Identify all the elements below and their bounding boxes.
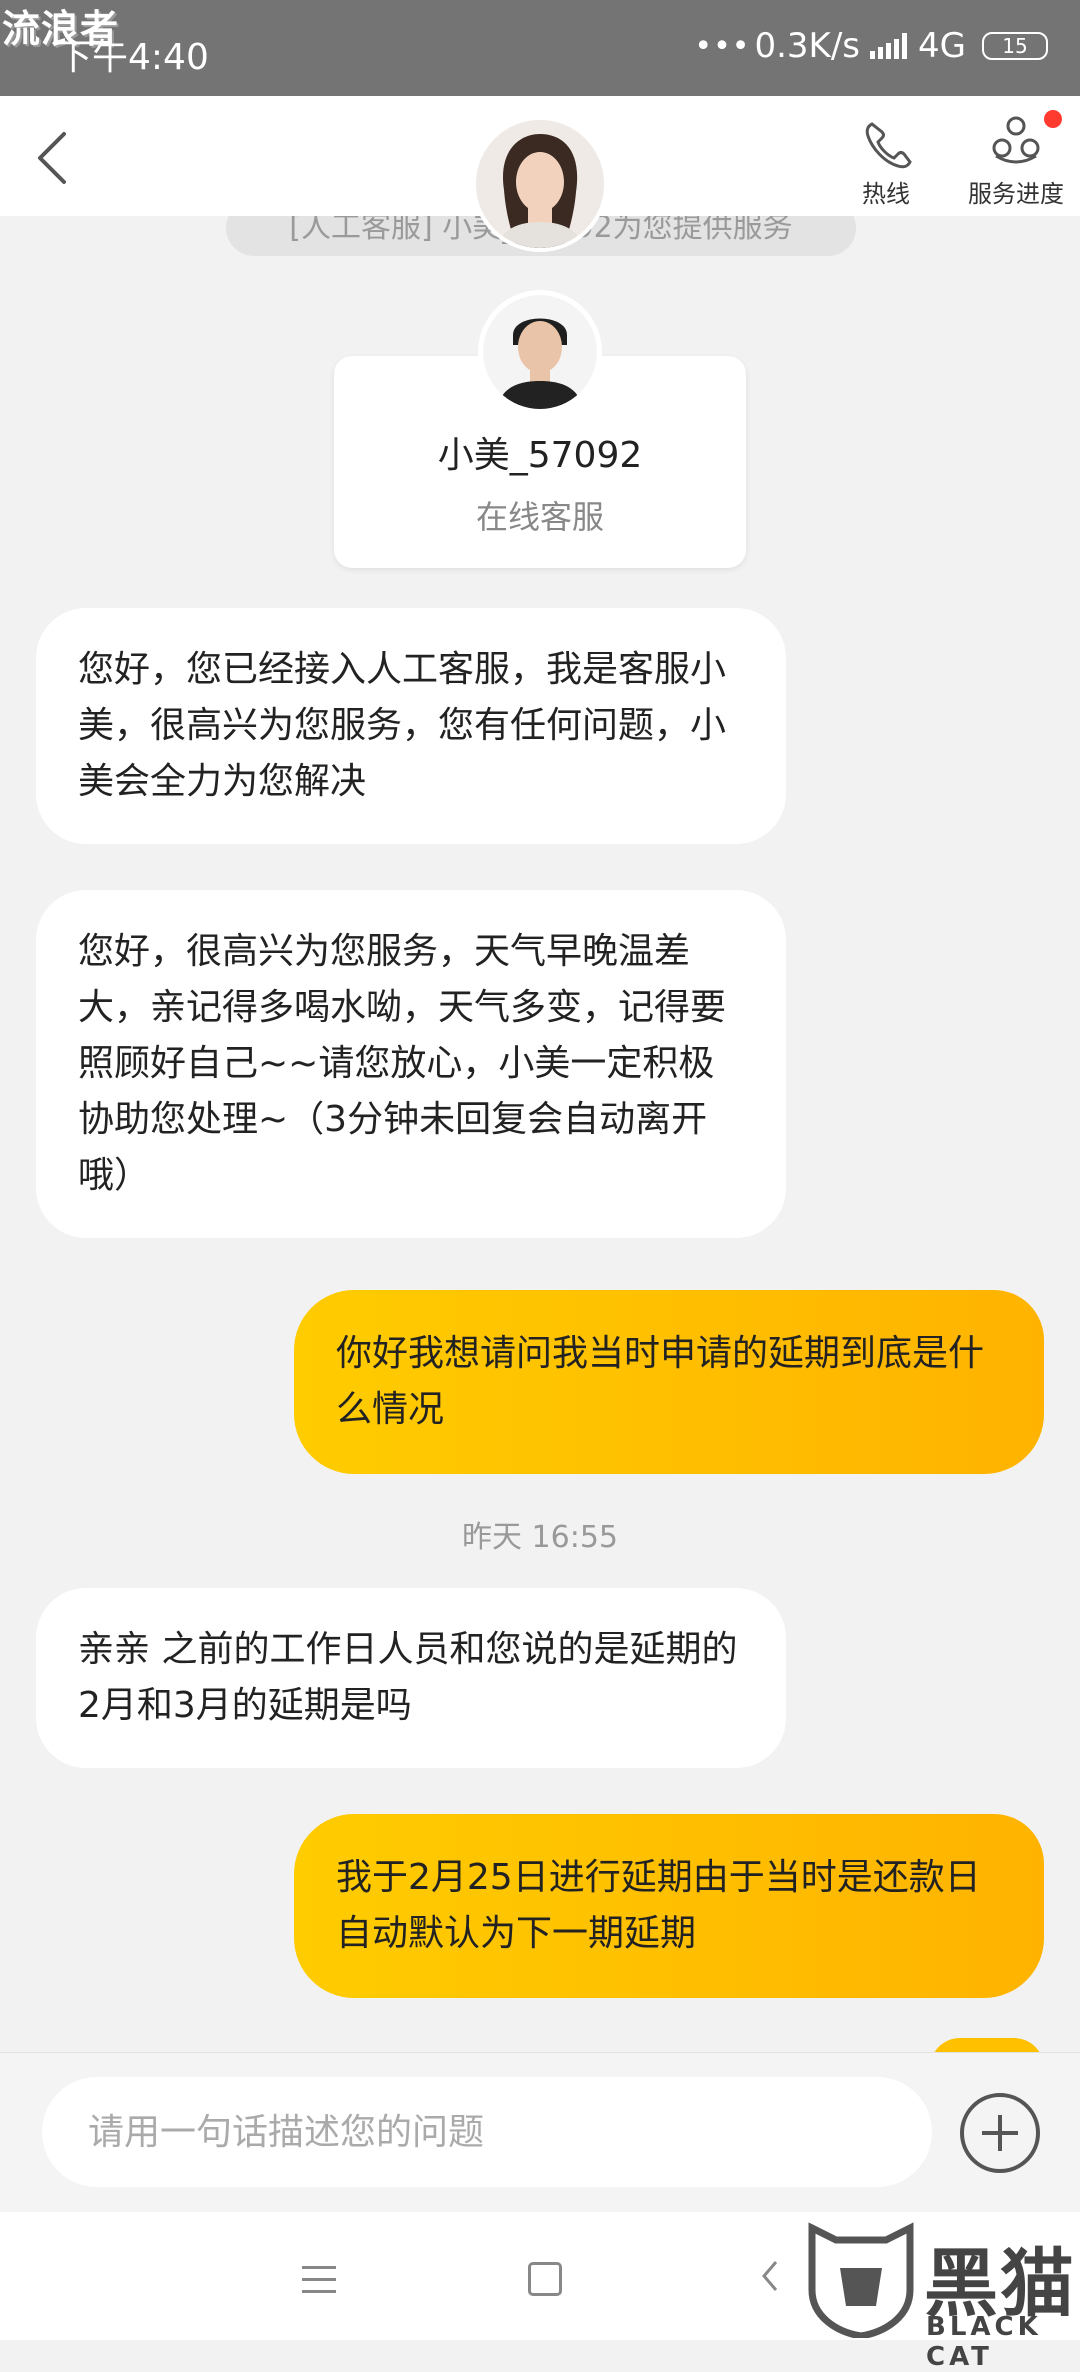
net-speed: 0.3K/s <box>754 26 861 66</box>
battery-icon: 15 <box>982 32 1048 60</box>
blackcat-logo-subtext: BLACK CAT <box>926 2312 1042 2372</box>
agent-card-name: 小美_57092 <box>437 435 643 476</box>
menu-icon[interactable] <box>302 2266 336 2302</box>
input-bar <box>0 2052 1080 2213</box>
chat-area[interactable]: [人工客服] 小美_57092为您提供服务 小美_57092 在线客服 您好，您… <box>0 216 1080 2052</box>
battery-level: 15 <box>1002 34 1028 58</box>
home-icon[interactable] <box>528 2262 562 2296</box>
network-type: 4G <box>918 26 966 66</box>
nav-back-icon[interactable] <box>758 2258 782 2294</box>
service-progress-icon[interactable] <box>990 112 1042 164</box>
agent-card-role: 在线客服 <box>475 498 604 536</box>
blackcat-logo-icon <box>808 2222 914 2338</box>
phone-icon[interactable] <box>858 116 918 176</box>
dots-icon: ••• <box>694 28 751 64</box>
signal-icon <box>870 33 910 59</box>
status-time: 下午4:40 <box>56 37 209 78</box>
message-bubble-partial <box>930 2038 1044 2052</box>
notification-dot <box>1044 110 1062 128</box>
blackcat-watermark: 黑猫 BLACK CAT <box>806 2218 1080 2372</box>
message-bubble-agent: 您好，您已经接入人工客服，我是客服小美，很高兴为您服务，您有任何问题，小美会全力… <box>36 608 786 844</box>
message-bubble-user: 你好我想请问我当时申请的延期到底是什么情况 <box>294 1290 1044 1474</box>
add-attachment-button[interactable] <box>960 2093 1040 2173</box>
status-indicators: ••• 0.3K/s 4G 15 <box>694 26 1048 66</box>
agent-avatar <box>472 116 608 252</box>
service-progress-label[interactable]: 服务进度 <box>968 174 1064 209</box>
message-bubble-user: 我于2月25日进行延期由于当时是还款日自动默认为下一期延期 <box>294 1814 1044 1998</box>
message-input[interactable] <box>42 2077 932 2187</box>
hotline-label[interactable]: 热线 <box>862 174 910 209</box>
status-bar: 流浪者 下午4:40 ••• 0.3K/s 4G 15 <box>0 0 1080 96</box>
message-timestamp: 昨天 16:55 <box>462 1520 618 1555</box>
back-arrow-icon[interactable] <box>34 130 74 186</box>
message-bubble-agent: 您好，很高兴为您服务，天气早晚温差大，亲记得多喝水呦，天气多变，记得要照顾好自己… <box>36 890 786 1238</box>
agent-card-avatar <box>478 290 602 414</box>
message-bubble-agent: 亲亲 之前的工作日人员和您说的是延期的2月和3月的延期是吗 <box>36 1588 786 1768</box>
